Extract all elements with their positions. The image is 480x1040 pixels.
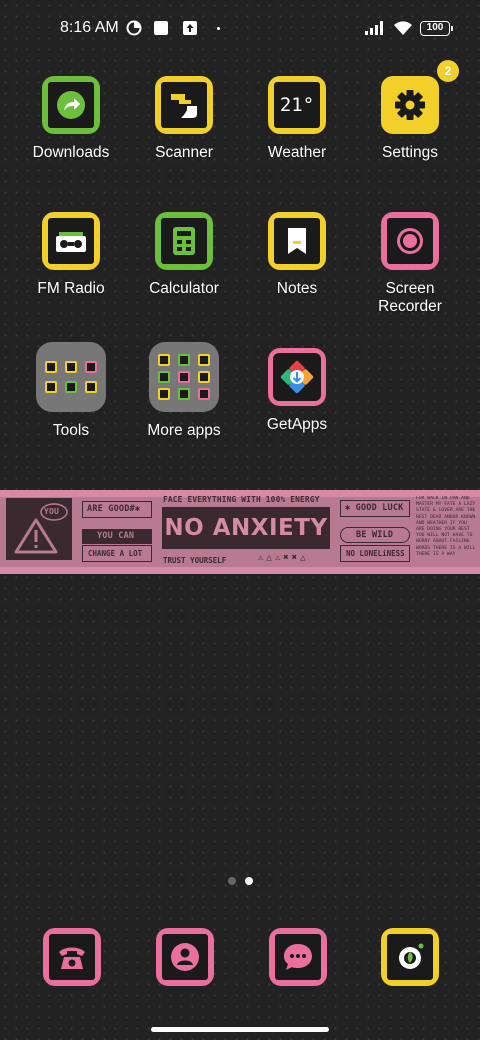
app-scanner[interactable]: Scanner [128,76,240,162]
be-wild-text: BE WILD [356,530,394,540]
app-downloads[interactable]: Downloads [15,76,127,162]
dock-messages[interactable] [269,928,327,986]
app-label: Screen Recorder [354,280,466,316]
mini-app-icon [65,361,77,373]
you-can-text: YOU CAN [97,531,135,541]
app-weather[interactable]: 21° Weather [241,76,353,162]
more-notifications-dot [216,26,220,30]
mini-app-icon [178,388,190,400]
wifi-icon [394,21,412,35]
dock-camera[interactable] [381,928,439,986]
gear-icon [395,90,425,120]
trust-text: TRUST YOURSELF [163,556,227,565]
radio-icon [56,232,86,252]
page-indicator[interactable] [0,877,480,885]
change-a-lot-text: CHANGE A LOT [88,549,143,558]
are-good-text: ARE GOOD#✱ [87,504,141,514]
app-settings[interactable]: 2 Settings [354,60,466,162]
status-time: 8:16 AM [60,19,119,36]
app-label: More apps [147,422,221,439]
app-label: Notes [276,280,318,297]
mini-app-icon [85,381,97,393]
mini-app-icon [178,354,190,366]
data-saver-icon [126,20,142,36]
status-bar: 8:16 AM 100 [0,0,480,56]
battery-icon: 100 [420,20,453,36]
app-label: Scanner [155,144,213,161]
upload-icon [182,21,197,35]
motivation-widget[interactable]: YOU ARE GOOD#✱ YOU CAN CHANGE A LOT FACE… [0,490,480,574]
mini-app-icon [158,371,170,383]
app-label: FM Radio [37,280,105,297]
mini-app-icon [198,354,210,366]
app-label: Settings [381,144,438,161]
note-icon [288,228,306,254]
app-label: Weather [267,144,327,161]
warning-icon [14,503,68,554]
mini-app-icon [45,361,57,373]
app-label: Calculator [149,280,219,297]
headline: NO ANXIETY [162,507,330,549]
dock-contacts[interactable] [156,928,214,986]
notification-badge: 2 [437,60,459,82]
mini-app-icon [198,388,210,400]
mini-app-icon [198,371,210,383]
temperature-icon: 21° [279,94,315,116]
app-label: Tools [52,422,90,439]
share-arrow-icon [57,91,85,119]
folder-more-apps[interactable]: More apps [128,342,240,440]
app-fm-radio[interactable]: FM Radio [15,212,127,298]
app-calculator[interactable]: Calculator [128,212,240,298]
app-notes[interactable]: Notes [241,212,353,298]
folder-icon [149,342,219,412]
signal-icon [365,21,383,35]
scanner-icon [171,94,197,118]
home-indicator[interactable] [151,1027,329,1032]
top-line-text: FACE EVERYTHING WITH 100% ENERGY [163,495,320,504]
phone-icon [59,947,85,969]
app-screen-recorder[interactable]: Screen Recorder [354,212,466,316]
app-label: Downloads [32,144,110,161]
warning-panel: YOU [6,498,72,560]
page-dot-1[interactable] [227,877,236,885]
mini-app-icon [158,354,170,366]
app-getapps[interactable]: GetApps [241,348,353,434]
messages-icon [284,944,312,970]
mini-app-icon [158,388,170,400]
record-icon [397,228,423,254]
folder-icon [36,342,106,412]
status-right: 100 [364,17,453,39]
mini-app-icon [45,381,57,393]
dock-phone[interactable] [43,928,101,986]
good-luck-text: ✱ GOOD LUCK [345,503,404,513]
mini-app-icon [65,381,77,393]
you-label: YOU [44,507,60,516]
folder-tools[interactable]: Tools [15,342,127,440]
battery-level: 100 [426,21,444,33]
mini-app-icon [178,371,190,383]
symbols-row: ⚠△⚠✖✖△ [258,553,309,563]
app-label-line2: Recorder [378,298,442,315]
contacts-icon [171,943,199,971]
no-loneliness-text: NO LONELiNESS [346,549,405,558]
app-label: GetApps [266,416,328,433]
notification-square-icon [153,21,168,35]
app-label-line1: Screen [385,280,435,297]
mini-app-icon [85,361,97,373]
calculator-icon [173,227,195,255]
small-print: FOR WALK IN PAN AND MASTER MY FATE A LAZ… [416,496,476,557]
page-dot-2[interactable] [244,877,253,885]
camera-icon [399,943,424,969]
status-left: 8:16 AM [60,17,220,39]
getapps-icon [280,360,314,394]
